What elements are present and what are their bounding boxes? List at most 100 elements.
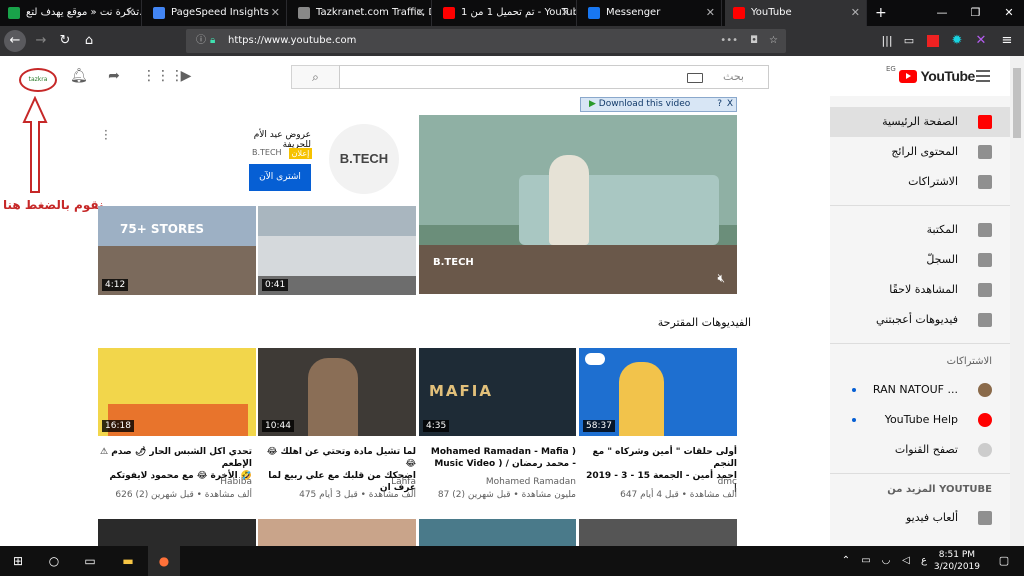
search-icon[interactable]: ○: [38, 546, 70, 576]
download-close-button[interactable]: X: [727, 98, 733, 111]
sidebar-item-history[interactable]: السجلّ: [830, 245, 1010, 275]
input-language[interactable]: ع: [914, 546, 934, 576]
video-title[interactable]: Mohamed Ramadan - Mafia ) Music Video ) /…: [422, 446, 576, 470]
lock-icon[interactable]: 🔒︎: [210, 29, 215, 53]
tab-title: PageSpeed Insights: [171, 7, 269, 18]
sidebar-item-home[interactable]: الصفحة الرئيسية: [830, 107, 1010, 137]
search-button[interactable]: ⌕: [291, 65, 340, 89]
browser-tab[interactable]: PageSpeed Insights ✕: [145, 0, 287, 26]
close-tab-icon[interactable]: ✕: [126, 0, 135, 26]
video-thumbnail[interactable]: [419, 519, 576, 546]
download-help-button[interactable]: ?: [717, 98, 722, 111]
close-tab-icon[interactable]: ✕: [416, 0, 425, 26]
start-windows-icon[interactable]: ⊞: [2, 546, 34, 576]
close-window-button[interactable]: ✕: [994, 0, 1024, 26]
advertiser-logo[interactable]: B.TECH: [329, 124, 399, 194]
hamburger-menu-icon[interactable]: [976, 70, 990, 82]
clock[interactable]: 8:51 PM 3/20/2019: [934, 549, 980, 573]
library-icon[interactable]: |||: [876, 30, 898, 52]
sidebar-item-library[interactable]: المكتبة: [830, 215, 1010, 245]
home-button[interactable]: ⌂: [78, 30, 100, 52]
maximize-button[interactable]: ❐: [961, 0, 991, 26]
battery-icon[interactable]: ▭: [856, 546, 876, 576]
ad-thumbnail[interactable]: 75+ STORES 4:12: [98, 206, 256, 295]
extension-x-icon[interactable]: ✕: [970, 30, 992, 52]
sidebar-item-liked-videos[interactable]: فيديوهات أعجبتني: [830, 305, 1010, 335]
firefox-icon[interactable]: ●: [148, 546, 180, 576]
video-thumbnail[interactable]: [98, 519, 256, 546]
mute-icon[interactable]: 🔇︎: [717, 271, 725, 286]
keyboard-icon[interactable]: [687, 73, 703, 83]
video-thumbnail[interactable]: 10:44: [258, 348, 416, 436]
new-tab-button[interactable]: +: [868, 0, 892, 26]
buy-now-button[interactable]: اشترى الآن: [249, 164, 311, 191]
video-thumbnail[interactable]: [579, 519, 737, 546]
browser-tab-active[interactable]: YouTube ✕: [725, 0, 867, 26]
close-tab-icon[interactable]: ✕: [561, 0, 570, 26]
video-thumbnail[interactable]: [258, 519, 416, 546]
sidebar-browse-channels[interactable]: تصفح القنوات: [830, 435, 1010, 465]
browser-tab[interactable]: تم تحميل 1 من 1 - YouTube ✕: [435, 0, 577, 26]
browser-tab[interactable]: تذكرة نت « موقع يهدف لتع... ✕: [0, 0, 142, 26]
sidebar-item-gaming[interactable]: ألعاب فيديو: [830, 503, 1010, 533]
sidebar-item-label: فيديوهات أعجبتني: [876, 313, 958, 326]
task-view-icon[interactable]: ▭: [74, 546, 106, 576]
close-tab-icon[interactable]: ✕: [706, 0, 715, 26]
avatar[interactable]: tazkra: [19, 68, 57, 92]
pocket-icon[interactable]: ◘: [750, 29, 758, 53]
scrollbar-thumb[interactable]: [1013, 68, 1021, 138]
video-channel[interactable]: Lahfa: [262, 477, 416, 487]
close-tab-icon[interactable]: ✕: [271, 0, 280, 26]
close-tab-icon[interactable]: ✕: [851, 0, 860, 26]
video-thumbnail[interactable]: MAFIA 4:35: [419, 348, 576, 436]
tab-favicon-icon: [153, 7, 165, 19]
sidebar-item-trending[interactable]: المحتوى الرائج: [830, 137, 1010, 167]
extension-red-icon[interactable]: [922, 30, 944, 52]
page-scrollbar[interactable]: [1010, 56, 1024, 546]
apps-grid-icon[interactable]: ⋮⋮⋮: [142, 68, 184, 84]
more-options-icon[interactable]: · · ·: [104, 125, 108, 145]
address-bar[interactable]: ⓘ 🔒︎ https://www.youtube.com ••• ◘ ☆: [186, 29, 786, 53]
bookmark-star-icon[interactable]: ☆: [769, 29, 778, 53]
search-input[interactable]: بحث: [339, 65, 769, 89]
extension-gear-icon[interactable]: ✹: [946, 30, 968, 52]
video-thumbnail[interactable]: 58:37: [579, 348, 737, 436]
youtube-logo[interactable]: EG YouTube: [886, 65, 975, 86]
reload-button[interactable]: ↻: [54, 30, 76, 52]
tray-chevron-icon[interactable]: ⌃: [836, 546, 856, 576]
video-meta: 626 ألف مشاهدة • قبل شهرين (2): [115, 490, 252, 500]
ad-main-video[interactable]: B.TECH 🔇︎: [419, 115, 737, 294]
video-channel[interactable]: Mohamed Ramadan: [422, 477, 576, 487]
video-channel[interactable]: dmc: [583, 477, 737, 487]
minimize-button[interactable]: —: [927, 0, 957, 26]
sidebar-subscription[interactable]: YouTube Help: [830, 405, 1010, 435]
browser-tab[interactable]: Tazkranet.com Traffic, De... ✕: [290, 0, 432, 26]
browse-channels-icon: [978, 443, 992, 457]
new-content-dot: [852, 418, 856, 422]
page-actions-icon[interactable]: •••: [720, 29, 738, 53]
create-video-icon[interactable]: ▶: [178, 68, 194, 84]
messages-icon[interactable]: ➦: [106, 68, 122, 84]
notifications-bell-icon[interactable]: 🔔︎: [70, 68, 88, 84]
ad-title[interactable]: عروض عيد الأم للحريفة: [229, 130, 311, 150]
info-icon[interactable]: ⓘ: [196, 29, 206, 53]
forward-button[interactable]: →: [30, 30, 52, 52]
video-thumbnail[interactable]: 16:18: [98, 348, 256, 436]
video-channel[interactable]: Habiba: [98, 477, 252, 487]
download-video-bar[interactable]: ▶ Download this video ? X: [580, 97, 737, 112]
network-icon[interactable]: ◡: [876, 546, 896, 576]
volume-icon[interactable]: ◁: [896, 546, 916, 576]
duration-badge: 16:18: [102, 420, 134, 432]
notifications-center-icon[interactable]: ▢: [988, 546, 1020, 576]
sidebar-item-watch-later[interactable]: المشاهدة لاحقًا: [830, 275, 1010, 305]
sidebar-toggle-icon[interactable]: ▭: [898, 30, 920, 52]
sidebar-subscription[interactable]: RAN NATOUF ...: [830, 375, 1010, 405]
back-button[interactable]: ←: [4, 30, 26, 52]
duration-badge: 0:41: [262, 279, 289, 291]
browser-menu-icon[interactable]: ≡: [996, 30, 1018, 52]
ad-thumbnail[interactable]: 0:41: [258, 206, 416, 295]
file-explorer-icon[interactable]: ▬: [112, 546, 144, 576]
browser-tab[interactable]: Messenger ✕: [580, 0, 722, 26]
thumb-scene: [619, 362, 664, 436]
sidebar-item-subscriptions[interactable]: الاشتراكات: [830, 167, 1010, 197]
